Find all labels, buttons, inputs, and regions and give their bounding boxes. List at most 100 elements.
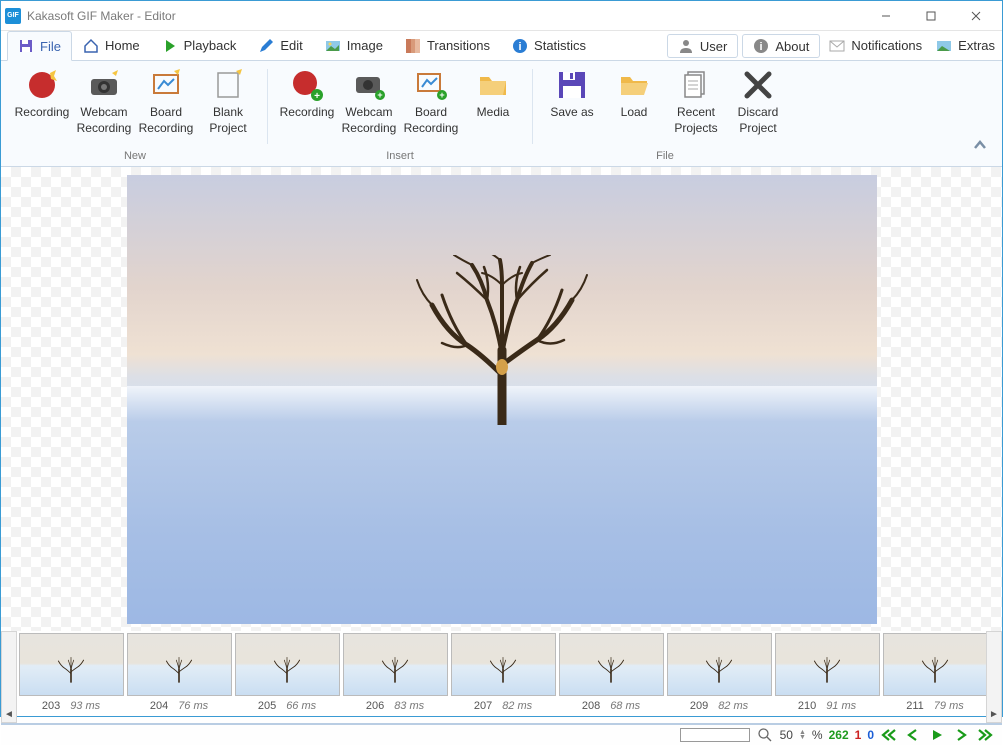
frame-thumbnail[interactable]: 21091 ms — [773, 633, 881, 723]
tab-file[interactable]: File — [7, 31, 72, 61]
image-icon — [936, 38, 952, 54]
tab-transitions[interactable]: Transitions — [394, 31, 501, 60]
save-as-button[interactable]: Save as — [541, 65, 603, 148]
frame-number: 205 — [258, 700, 276, 712]
tab-label: Home — [105, 38, 140, 53]
frame-thumbnail[interactable]: 21179 ms — [881, 633, 986, 723]
frame-thumbnail[interactable]: 209 82 ms — [665, 633, 773, 723]
frame-number: 211 — [906, 700, 924, 712]
maximize-button[interactable] — [908, 1, 953, 30]
deleted-count: 1 — [855, 728, 862, 742]
insert-webcam-button[interactable]: + Webcam Recording — [338, 65, 400, 148]
button-label: Board Recording — [137, 105, 195, 136]
button-label: Board Recording — [402, 105, 460, 136]
blank-project-button[interactable]: Blank Project — [197, 65, 259, 148]
frame-duration: 93 ms — [70, 700, 100, 712]
user-icon — [678, 38, 694, 54]
camera-icon — [88, 69, 120, 101]
ribbon-tab-strip: File Home Playback Edit Image Transition… — [1, 31, 1002, 61]
blank-icon — [212, 69, 244, 101]
save-icon — [556, 69, 588, 101]
recent-projects-button[interactable]: Recent Projects — [665, 65, 727, 148]
tab-image[interactable]: Image — [314, 31, 394, 60]
play-button[interactable] — [928, 726, 946, 744]
tab-about[interactable]: i About — [742, 34, 820, 58]
scroll-left-button[interactable]: ◄ — [1, 631, 17, 723]
frame-strip: ◄ 203 93 ms 204 76 ms 205 66 ms 20683 ms20782 … — [1, 631, 1002, 723]
frame-number: 206 — [366, 700, 384, 712]
tab-extras[interactable]: Extras — [929, 31, 1002, 60]
ribbon-panel: Recording Webcam Recording Board Recordi… — [1, 61, 1002, 167]
last-frame-button[interactable] — [976, 726, 994, 744]
next-frame-button[interactable] — [952, 726, 970, 744]
preview-image — [127, 175, 877, 624]
frame-duration: 76 ms — [178, 700, 208, 712]
frame-duration: 82 ms — [502, 700, 532, 712]
record-icon — [26, 69, 58, 101]
tab-label: Extras — [958, 38, 995, 53]
frame-duration: 68 ms — [610, 700, 640, 712]
play-icon — [162, 38, 178, 54]
group-insert: + Recording + Webcam Recording + Board R… — [272, 65, 528, 166]
frame-thumbnail[interactable]: 205 66 ms — [233, 633, 341, 723]
documents-icon — [680, 69, 712, 101]
first-frame-button[interactable] — [880, 726, 898, 744]
pct-label: % — [812, 728, 823, 742]
status-bar: 50 ▲▼ % 262 1 0 — [1, 723, 1002, 745]
frame-thumbnail[interactable]: 208 68 ms — [557, 633, 665, 723]
prev-frame-button[interactable] — [904, 726, 922, 744]
locked-count: 0 — [867, 728, 874, 742]
tab-label: Notifications — [851, 38, 922, 53]
folder-icon — [477, 69, 509, 101]
frame-number: 208 — [582, 700, 600, 712]
frame-duration: 66 ms — [286, 700, 316, 712]
insert-recording-button[interactable]: + Recording — [276, 65, 338, 148]
tab-playback[interactable]: Playback — [151, 31, 248, 60]
tab-label: File — [40, 39, 61, 54]
separator — [532, 69, 533, 144]
frame-number: 204 — [150, 700, 168, 712]
frame-slider[interactable] — [680, 728, 750, 742]
button-label: Recording — [280, 105, 335, 121]
insert-media-button[interactable]: Media — [462, 65, 524, 148]
app-icon: GIF — [5, 8, 21, 24]
button-label: Discard Project — [729, 105, 787, 136]
frame-number: 210 — [798, 700, 816, 712]
frame-thumbnail[interactable]: 203 93 ms — [17, 633, 125, 723]
transitions-icon — [405, 38, 421, 54]
tab-label: Statistics — [534, 38, 586, 53]
tab-home[interactable]: Home — [72, 31, 151, 60]
close-button[interactable] — [953, 1, 998, 30]
frame-number: 203 — [42, 700, 60, 712]
discard-project-button[interactable]: Discard Project — [727, 65, 789, 148]
board-recording-button[interactable]: Board Recording — [135, 65, 197, 148]
tree-graphic — [412, 255, 592, 425]
insert-board-button[interactable]: + Board Recording — [400, 65, 462, 148]
tab-notifications[interactable]: Notifications — [822, 31, 929, 60]
svg-text:+: + — [314, 91, 320, 101]
frame-number: 209 — [690, 700, 708, 712]
frame-thumbnail[interactable]: 20683 ms — [341, 633, 449, 723]
frame-thumbnail[interactable]: 20782 ms — [449, 633, 557, 723]
load-button[interactable]: Load — [603, 65, 665, 148]
recording-button[interactable]: Recording — [11, 65, 73, 148]
scroll-right-button[interactable]: ► — [986, 631, 1002, 723]
zoom-stepper[interactable]: ▲▼ — [799, 730, 806, 740]
webcam-recording-button[interactable]: Webcam Recording — [73, 65, 135, 148]
frame-duration: 82 ms — [718, 700, 748, 712]
collapse-ribbon-button[interactable] — [972, 137, 988, 158]
tab-label: About — [775, 39, 809, 54]
tab-edit[interactable]: Edit — [247, 31, 313, 60]
button-label: Blank Project — [199, 105, 257, 136]
button-label: Load — [621, 105, 648, 121]
group-label: Insert — [386, 148, 414, 166]
svg-text:+: + — [377, 90, 382, 100]
frame-thumbnail[interactable]: 204 76 ms — [125, 633, 233, 723]
svg-text:+: + — [439, 90, 444, 100]
minimize-button[interactable] — [863, 1, 908, 30]
folder-open-icon — [618, 69, 650, 101]
tab-statistics[interactable]: i Statistics — [501, 31, 597, 60]
home-icon — [83, 38, 99, 54]
zoom-icon — [756, 726, 774, 744]
tab-user[interactable]: User — [667, 34, 738, 58]
